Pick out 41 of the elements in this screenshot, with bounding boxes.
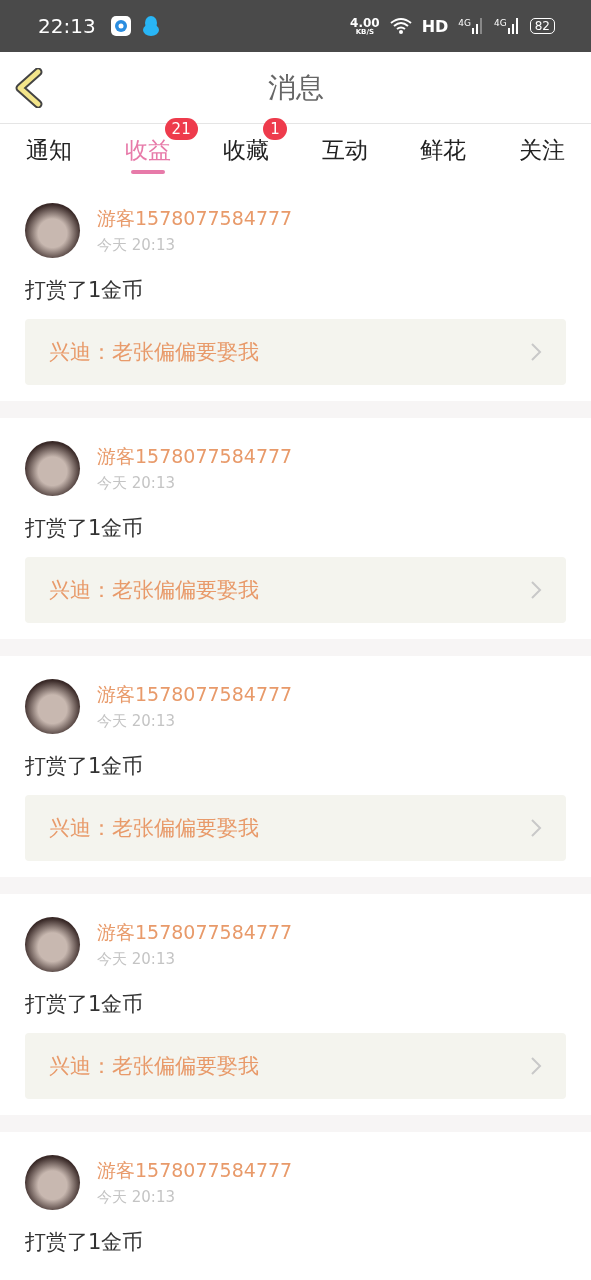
message-time: 今天 20:13 xyxy=(97,712,176,731)
chevron-icon xyxy=(530,1056,542,1076)
tab[interactable]: 互动 xyxy=(321,124,368,180)
message-text: 打赏了1金币 xyxy=(25,753,145,780)
battery-indicator: 82 xyxy=(529,18,555,34)
tab[interactable]: 通知 xyxy=(26,124,72,180)
chevron-icon xyxy=(530,818,542,838)
message-text: 打赏了1金币 xyxy=(25,1229,145,1256)
avatar xyxy=(25,1155,80,1210)
avatar xyxy=(25,203,80,258)
chevron-icon xyxy=(530,342,542,362)
user-name: 游客1578077584777 xyxy=(97,682,293,707)
message-text: 打赏了1金币 xyxy=(25,277,145,304)
user-name: 游客1578077584777 xyxy=(97,920,293,945)
user-name: 游客1578077584777 xyxy=(97,444,293,469)
avatar xyxy=(25,441,80,496)
avatar xyxy=(25,679,80,734)
message-text: 打赏了1金币 xyxy=(25,991,145,1018)
signal-icon xyxy=(507,18,520,34)
tab[interactable]: 关注 xyxy=(518,124,565,180)
wifi-icon xyxy=(389,17,412,35)
message-time: 今天 20:13 xyxy=(97,474,176,493)
network-type: 4G xyxy=(494,18,507,28)
user-name: 游客1578077584777 xyxy=(97,1158,293,1183)
clock: 22:13 xyxy=(38,14,96,38)
tab[interactable]: 鲜花 xyxy=(420,124,467,180)
signal-icon xyxy=(472,18,484,34)
penguin-icon xyxy=(141,15,160,37)
avatar xyxy=(25,917,80,972)
network-type: 4G xyxy=(458,18,471,28)
count-badge: 21 xyxy=(164,118,198,140)
app-icon xyxy=(109,15,132,37)
user-name: 游客1578077584777 xyxy=(97,206,293,231)
page-title: 消息 xyxy=(267,69,324,106)
hd-indicator: HD xyxy=(421,16,449,36)
message-time: 今天 20:13 xyxy=(97,950,176,969)
message-text: 打赏了1金币 xyxy=(25,515,145,542)
count-badge: 1 xyxy=(263,118,287,140)
message-time: 今天 20:13 xyxy=(97,1188,176,1207)
chevron-icon xyxy=(530,580,542,600)
message-time: 今天 20:13 xyxy=(97,236,176,255)
